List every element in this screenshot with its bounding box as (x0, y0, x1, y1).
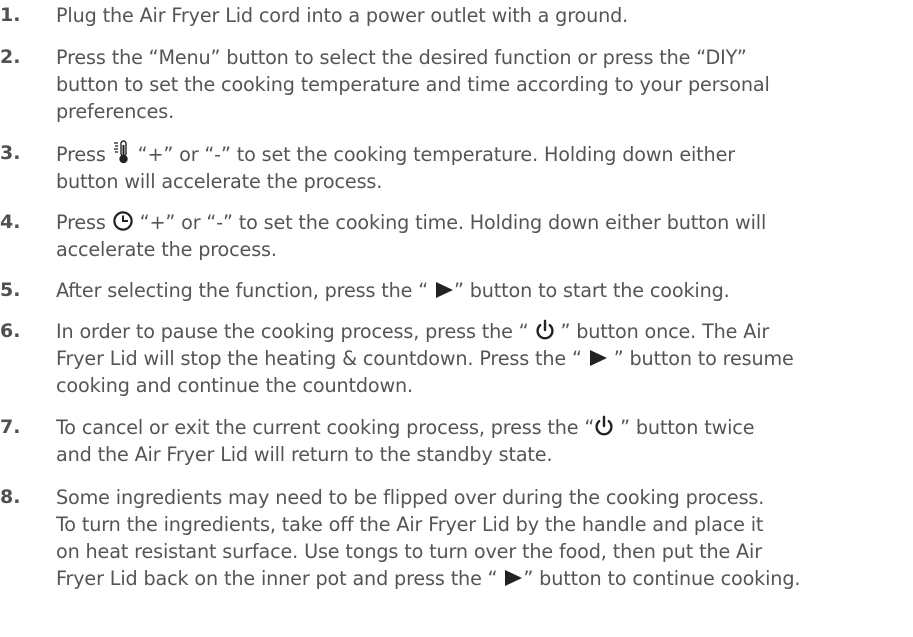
step-line: Fryer Lid will stop the heating & countd… (56, 345, 906, 372)
text-run: ” button once. The Air (554, 320, 770, 343)
step-line: Plug the Air Fryer Lid cord into a power… (56, 4, 629, 27)
step-number: 6. (0, 320, 21, 342)
step-line: Fryer Lid back on the inner pot and pres… (56, 565, 906, 592)
step-line: cooking and continue the countdown. (56, 374, 413, 397)
step-line: and the Air Fryer Lid will return to the… (56, 443, 553, 466)
play-icon (503, 568, 523, 588)
step-text: After selecting the function, press the … (56, 277, 906, 304)
text-run: After selecting the function, press the … (56, 279, 434, 302)
step-number: 7. (0, 416, 21, 438)
text-run: Press (56, 211, 112, 234)
clock-icon (112, 210, 134, 232)
power-icon (594, 415, 614, 437)
step-text: Press “+” or “-” to set the cooking temp… (56, 140, 906, 195)
step-line: accelerate the process. (56, 238, 277, 261)
step-line: To turn the ingredients, take off the Ai… (56, 513, 764, 536)
step-text: Press “+” or “-” to set the cooking time… (56, 209, 906, 263)
play-icon (434, 280, 454, 300)
step-text: To cancel or exit the current cooking pr… (56, 414, 906, 468)
text-run: In order to pause the cooking process, p… (56, 320, 535, 343)
step-line: button will accelerate the process. (56, 170, 383, 193)
play-icon (588, 348, 608, 368)
step-line: To cancel or exit the current cooking pr… (56, 414, 906, 441)
step-line: preferences. (56, 100, 175, 123)
step-number: 1. (0, 4, 21, 26)
text-run: Fryer Lid back on the inner pot and pres… (56, 567, 504, 590)
text-run: ” button twice (614, 416, 755, 439)
step-line: After selecting the function, press the … (56, 277, 906, 304)
text-run: ” button to start the cooking. (454, 279, 730, 302)
power-icon (535, 319, 555, 341)
step-number: 3. (0, 142, 21, 164)
text-run: ” button to continue cooking. (523, 567, 801, 590)
step-text: Press the “Menu” button to select the de… (56, 44, 906, 125)
text-run: Press (56, 143, 112, 166)
step-line: Press “+” or “-” to set the cooking time… (56, 209, 906, 236)
step-line: on heat resistant surface. Use tongs to … (56, 540, 762, 563)
text-run: Fryer Lid will stop the heating & countd… (56, 347, 588, 370)
step-number: 8. (0, 486, 21, 508)
step-number: 4. (0, 211, 21, 233)
text-run: ” button to resume (607, 347, 794, 370)
text-run: “+” or “-” to set the cooking time. Hold… (133, 211, 767, 234)
step-number: 5. (0, 279, 21, 301)
step-number: 2. (0, 46, 21, 68)
step-text: Some ingredients may need to be flipped … (56, 484, 906, 592)
step-text: In order to pause the cooking process, p… (56, 318, 906, 399)
step-line: Press “+” or “-” to set the cooking temp… (56, 140, 906, 168)
step-line: button to set the cooking temperature an… (56, 73, 770, 96)
thermometer-icon (112, 140, 132, 164)
step-text: Plug the Air Fryer Lid cord into a power… (56, 2, 906, 29)
step-line: Press the “Menu” button to select the de… (56, 46, 747, 69)
text-run: To cancel or exit the current cooking pr… (56, 416, 595, 439)
step-line: Some ingredients may need to be flipped … (56, 486, 765, 509)
step-line: In order to pause the cooking process, p… (56, 318, 906, 345)
text-run: “+” or “-” to set the cooking temperatur… (131, 143, 735, 166)
